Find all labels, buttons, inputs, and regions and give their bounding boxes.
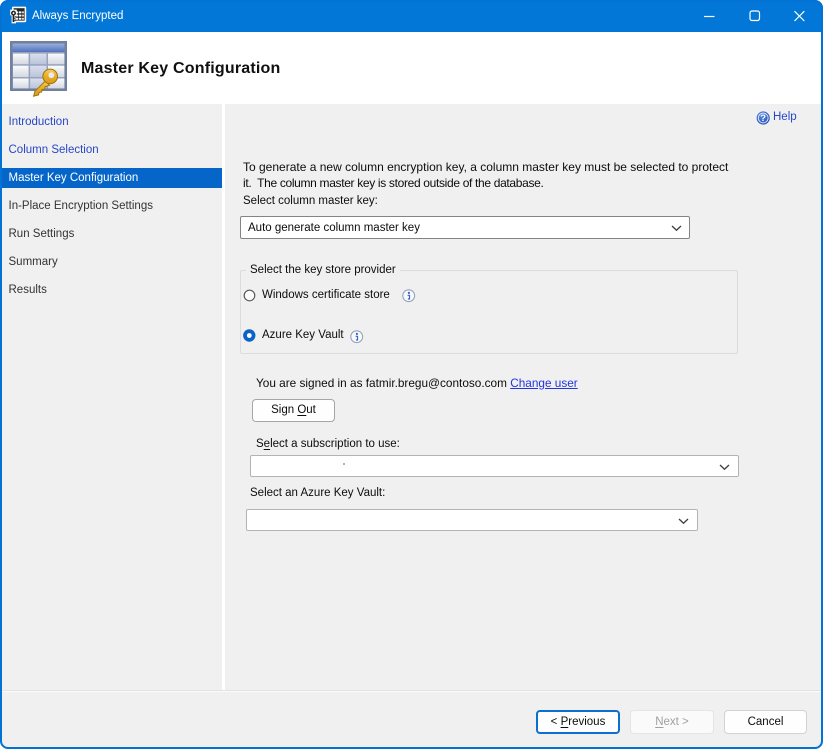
svg-text:?: ? bbox=[760, 113, 766, 124]
